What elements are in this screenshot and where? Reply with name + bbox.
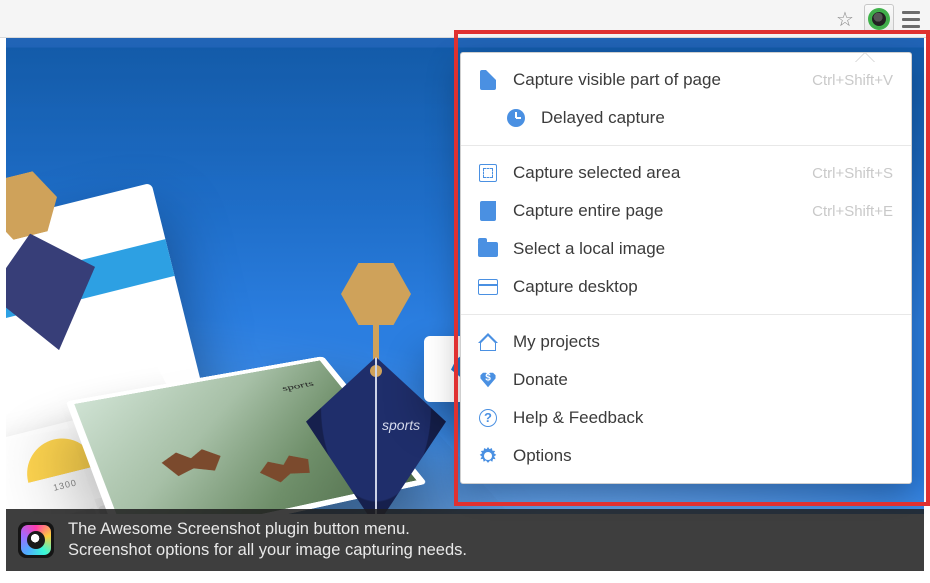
menu-item-label: Capture visible part of page — [513, 70, 798, 90]
bookmark-star-icon[interactable]: ☆ — [832, 6, 858, 32]
menu-item-label: Capture desktop — [513, 277, 893, 297]
menu-item-capture-desktop[interactable]: Capture desktop — [461, 268, 911, 306]
menu-item-my-projects[interactable]: My projects — [461, 323, 911, 361]
caption-line-2: Screenshot options for all your image ca… — [68, 540, 467, 561]
menu-section-capture-other: Capture selected area Ctrl+Shift+S Captu… — [461, 146, 911, 314]
help-icon: ? — [477, 407, 499, 429]
shortcut-label: Ctrl+Shift+E — [812, 203, 893, 220]
menu-item-label: Capture entire page — [513, 201, 798, 221]
menu-section-capture-page: Capture visible part of page Ctrl+Shift+… — [461, 53, 911, 145]
menu-item-capture-entire[interactable]: Capture entire page Ctrl+Shift+E — [461, 192, 911, 230]
shortcut-label: Ctrl+Shift+S — [812, 165, 893, 182]
clock-icon — [505, 107, 527, 129]
menu-item-delayed-capture[interactable]: Delayed capture — [461, 99, 911, 137]
menu-item-select-local-image[interactable]: Select a local image — [461, 230, 911, 268]
home-icon — [477, 331, 499, 353]
menu-item-label: Donate — [513, 370, 893, 390]
awesome-screenshot-extension-button[interactable] — [864, 4, 894, 34]
gear-icon — [477, 445, 499, 467]
desktop-window-icon — [477, 276, 499, 298]
menu-item-label: Select a local image — [513, 239, 893, 259]
caption-text: The Awesome Screenshot plugin button men… — [68, 519, 467, 560]
chrome-menu-icon[interactable] — [900, 6, 924, 32]
menu-item-label: Options — [513, 446, 893, 466]
stage: ☆ 1300 sports — [0, 0, 930, 583]
shortcut-label: Ctrl+Shift+V — [812, 72, 893, 89]
folder-icon — [477, 238, 499, 260]
page-icon — [477, 200, 499, 222]
menu-item-options[interactable]: Options — [461, 437, 911, 475]
menu-item-label: Delayed capture — [541, 108, 893, 128]
avatar-body-label: sports — [382, 417, 420, 433]
camera-lens-icon — [870, 10, 888, 28]
menu-item-label: Capture selected area — [513, 163, 798, 183]
browser-toolbar: ☆ — [0, 0, 930, 38]
toolbar-right-group: ☆ — [832, 4, 924, 34]
menu-item-label: My projects — [513, 332, 893, 352]
menu-item-label: Help & Feedback — [513, 408, 893, 428]
menu-item-donate[interactable]: Donate — [461, 361, 911, 399]
menu-item-capture-visible[interactable]: Capture visible part of page Ctrl+Shift+… — [461, 61, 911, 99]
page-icon — [477, 69, 499, 91]
awesome-screenshot-logo-icon — [18, 522, 54, 558]
selection-icon — [477, 162, 499, 184]
avatar-head-icon — [341, 263, 411, 325]
caption-line-1: The Awesome Screenshot plugin button men… — [68, 519, 467, 540]
menu-item-help-feedback[interactable]: ? Help & Feedback — [461, 399, 911, 437]
menu-section-misc: My projects Donate ? Help & Feedback Opt… — [461, 315, 911, 483]
donate-heart-icon — [477, 369, 499, 391]
caption-bar: The Awesome Screenshot plugin button men… — [6, 509, 924, 571]
menu-item-capture-selected[interactable]: Capture selected area Ctrl+Shift+S — [461, 154, 911, 192]
skydiver-icon — [156, 445, 230, 481]
extension-dropdown-menu: Capture visible part of page Ctrl+Shift+… — [460, 52, 912, 484]
